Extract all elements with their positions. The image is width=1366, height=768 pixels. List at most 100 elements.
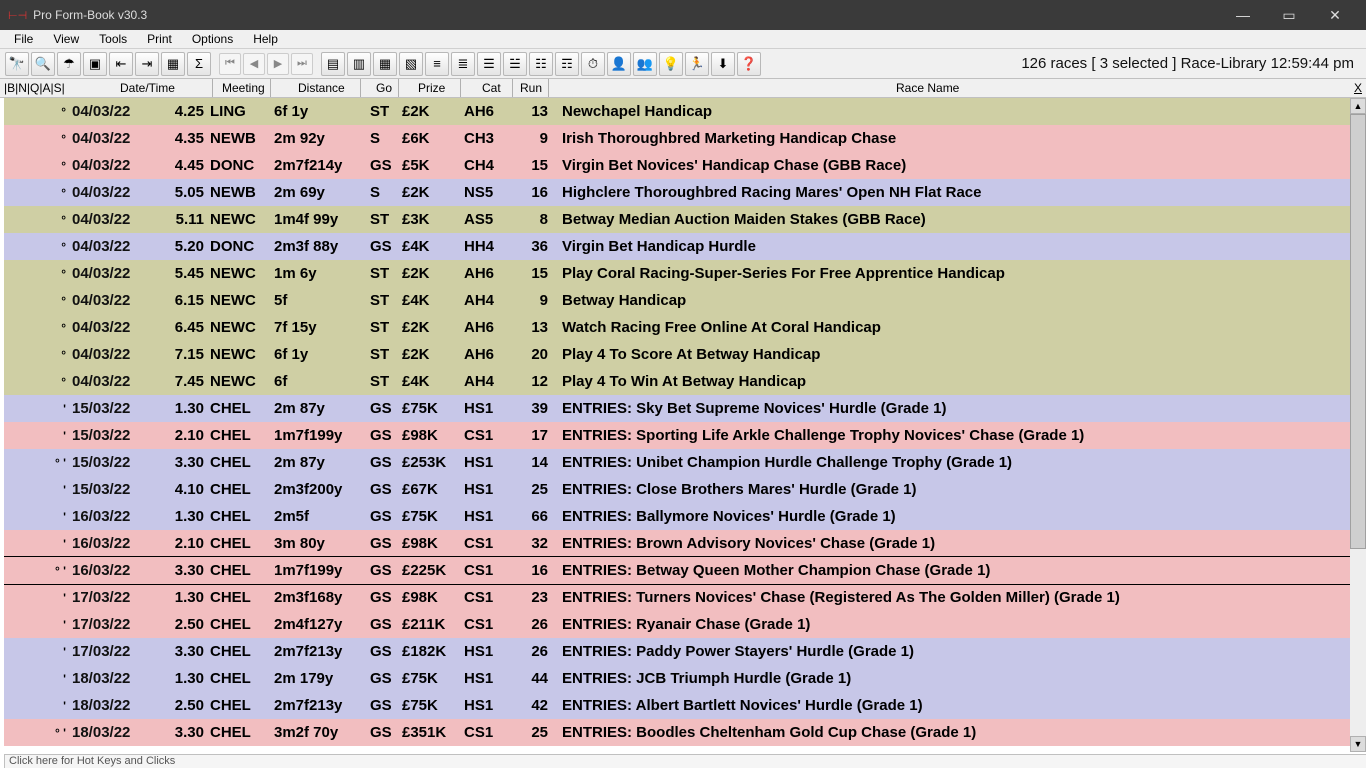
magnifier-icon[interactable]: 🔍 bbox=[31, 52, 55, 76]
bottom-status[interactable]: Click here for Hot Keys and Clicks bbox=[4, 754, 1366, 768]
table-row[interactable]: ° '16/03/223.30CHEL1m7f199yGS£225KCS116E… bbox=[4, 557, 1350, 584]
row-meeting: CHEL bbox=[210, 427, 274, 444]
width-right-icon[interactable]: ⇥ bbox=[135, 52, 159, 76]
menu-help[interactable]: Help bbox=[243, 30, 288, 48]
table-row[interactable]: '17/03/222.50CHEL2m4f127yGS£211KCS126ENT… bbox=[4, 611, 1350, 638]
table-row[interactable]: °04/03/226.45NEWC7f 15yST£2KAH613Watch R… bbox=[4, 314, 1350, 341]
col-go[interactable]: Go bbox=[376, 81, 392, 95]
table-row[interactable]: '17/03/221.30CHEL2m3f168yGS£98KCS123ENTR… bbox=[4, 584, 1350, 611]
row-time: 7.45 bbox=[158, 373, 210, 390]
bulb-icon[interactable]: 💡 bbox=[659, 52, 683, 76]
binoculars-icon[interactable]: 🔭 bbox=[5, 52, 29, 76]
runner-icon[interactable]: 🏃 bbox=[685, 52, 709, 76]
row-meeting: CHEL bbox=[210, 724, 274, 741]
row-prize: £5K bbox=[402, 157, 464, 174]
grid-icon[interactable]: ▦ bbox=[161, 52, 185, 76]
row-distance: 2m7f214y bbox=[274, 157, 370, 174]
row-going: GS bbox=[370, 589, 402, 606]
row-category: HS1 bbox=[464, 643, 516, 660]
close-button[interactable]: ✕ bbox=[1312, 0, 1358, 30]
umbrella-icon[interactable]: ☂ bbox=[57, 52, 81, 76]
table-row[interactable]: °04/03/225.11NEWC1m4f 99yST£3KAS58Betway… bbox=[4, 206, 1350, 233]
col-prize[interactable]: Prize bbox=[418, 81, 445, 95]
sep3-icon[interactable]: ☰ bbox=[477, 52, 501, 76]
col-racename[interactable]: Race Name bbox=[896, 81, 959, 95]
help-icon[interactable]: ❓ bbox=[737, 52, 761, 76]
table-row[interactable]: '15/03/224.10CHEL2m3f200yGS£67KHS125ENTR… bbox=[4, 476, 1350, 503]
table-row[interactable]: '15/03/222.10CHEL1m7f199yGS£98KCS117ENTR… bbox=[4, 422, 1350, 449]
cal1-icon[interactable]: ▤ bbox=[321, 52, 345, 76]
table-row[interactable]: °04/03/225.20DONC2m3f 88yGS£4KHH436Virgi… bbox=[4, 233, 1350, 260]
table-row[interactable]: '17/03/223.30CHEL2m7f213yGS£182KHS126ENT… bbox=[4, 638, 1350, 665]
table-row[interactable]: °04/03/224.35NEWB2m 92yS£6KCH39Irish Tho… bbox=[4, 125, 1350, 152]
cal3-icon[interactable]: ▦ bbox=[373, 52, 397, 76]
sep2-icon[interactable]: ≣ bbox=[451, 52, 475, 76]
row-prize: £75K bbox=[402, 400, 464, 417]
table-row[interactable]: °04/03/227.45NEWC6fST£4KAH412Play 4 To W… bbox=[4, 368, 1350, 395]
sep1-icon[interactable]: ≡ bbox=[425, 52, 449, 76]
table-row[interactable]: '15/03/221.30CHEL2m 87yGS£75KHS139ENTRIE… bbox=[4, 395, 1350, 422]
menu-options[interactable]: Options bbox=[182, 30, 243, 48]
table-row[interactable]: ° '18/03/223.30CHEL3m2f 70yGS£351KCS125E… bbox=[4, 719, 1350, 746]
table-row[interactable]: '18/03/221.30CHEL2m 179yGS£75KHS144ENTRI… bbox=[4, 665, 1350, 692]
row-marker: ' bbox=[4, 591, 72, 605]
table-row[interactable]: '16/03/221.30CHEL2m5fGS£75KHS166ENTRIES:… bbox=[4, 503, 1350, 530]
row-going: GS bbox=[370, 400, 402, 417]
scroll-thumb[interactable] bbox=[1350, 114, 1366, 549]
row-date: 04/03/22 bbox=[72, 184, 158, 201]
scroll-track[interactable] bbox=[1350, 114, 1366, 736]
down-icon[interactable]: ⬇ bbox=[711, 52, 735, 76]
last-icon[interactable]: ⏭ bbox=[291, 53, 313, 75]
close-panel-icon[interactable]: X bbox=[1354, 81, 1362, 95]
next-icon[interactable]: ▶ bbox=[267, 53, 289, 75]
cal2-icon[interactable]: ▥ bbox=[347, 52, 371, 76]
menu-view[interactable]: View bbox=[43, 30, 89, 48]
width-left-icon[interactable]: ⇤ bbox=[109, 52, 133, 76]
col-distance[interactable]: Distance bbox=[298, 81, 345, 95]
scroll-up-icon[interactable]: ▲ bbox=[1350, 98, 1366, 114]
col-run[interactable]: Run bbox=[520, 81, 542, 95]
row-racename: Virgin Bet Novices' Handicap Chase (GBB … bbox=[556, 157, 1350, 174]
col-datetime[interactable]: Date/Time bbox=[120, 81, 175, 95]
window-icon[interactable]: ▣ bbox=[83, 52, 107, 76]
row-meeting: NEWC bbox=[210, 319, 274, 336]
sep4-icon[interactable]: ☱ bbox=[503, 52, 527, 76]
row-time: 4.10 bbox=[158, 481, 210, 498]
table-row[interactable]: ° '15/03/223.30CHEL2m 87yGS£253KHS114ENT… bbox=[4, 449, 1350, 476]
col-meeting[interactable]: Meeting bbox=[222, 81, 265, 95]
minimize-button[interactable]: — bbox=[1220, 0, 1266, 30]
list2-icon[interactable]: ☶ bbox=[555, 52, 579, 76]
table-row[interactable]: °04/03/226.15NEWC5fST£4KAH49Betway Handi… bbox=[4, 287, 1350, 314]
row-meeting: NEWC bbox=[210, 211, 274, 228]
cal4-icon[interactable]: ▧ bbox=[399, 52, 423, 76]
table-row[interactable]: °04/03/225.45NEWC1m 6yST£2KAH615Play Cor… bbox=[4, 260, 1350, 287]
scroll-down-icon[interactable]: ▼ bbox=[1350, 736, 1366, 752]
table-row[interactable]: °04/03/224.45DONC2m7f214yGS£5KCH415Virgi… bbox=[4, 152, 1350, 179]
row-prize: £4K bbox=[402, 373, 464, 390]
col-flags[interactable]: |B|N|Q|A|S| bbox=[4, 81, 65, 95]
vertical-scrollbar[interactable]: ▲ ▼ bbox=[1350, 98, 1366, 752]
users-icon[interactable]: 👥 bbox=[633, 52, 657, 76]
table-row[interactable]: '18/03/222.50CHEL2m7f213yGS£75KHS142ENTR… bbox=[4, 692, 1350, 719]
menu-tools[interactable]: Tools bbox=[89, 30, 137, 48]
table-row[interactable]: °04/03/225.05NEWB2m 69yS£2KNS516Highcler… bbox=[4, 179, 1350, 206]
row-going: GS bbox=[370, 535, 402, 552]
list1-icon[interactable]: ☷ bbox=[529, 52, 553, 76]
table-row[interactable]: °04/03/227.15NEWC6f 1yST£2KAH620Play 4 T… bbox=[4, 341, 1350, 368]
prev-icon[interactable]: ◀ bbox=[243, 53, 265, 75]
race-list[interactable]: °04/03/224.25LING6f 1yST£2KAH613Newchape… bbox=[4, 98, 1350, 752]
maximize-button[interactable]: ▭ bbox=[1266, 0, 1312, 30]
user-icon[interactable]: 👤 bbox=[607, 52, 631, 76]
col-cat[interactable]: Cat bbox=[482, 81, 501, 95]
table-row[interactable]: '16/03/222.10CHEL3m 80yGS£98KCS132ENTRIE… bbox=[4, 530, 1350, 557]
clock-icon[interactable]: ⏱ bbox=[581, 52, 605, 76]
row-going: GS bbox=[370, 616, 402, 633]
menu-print[interactable]: Print bbox=[137, 30, 182, 48]
sigma-icon[interactable]: Σ bbox=[187, 52, 211, 76]
row-distance: 2m 87y bbox=[274, 454, 370, 471]
first-icon[interactable]: ⏮ bbox=[219, 53, 241, 75]
row-category: HS1 bbox=[464, 481, 516, 498]
menu-file[interactable]: File bbox=[4, 30, 43, 48]
row-prize: £253K bbox=[402, 454, 464, 471]
table-row[interactable]: °04/03/224.25LING6f 1yST£2KAH613Newchape… bbox=[4, 98, 1350, 125]
